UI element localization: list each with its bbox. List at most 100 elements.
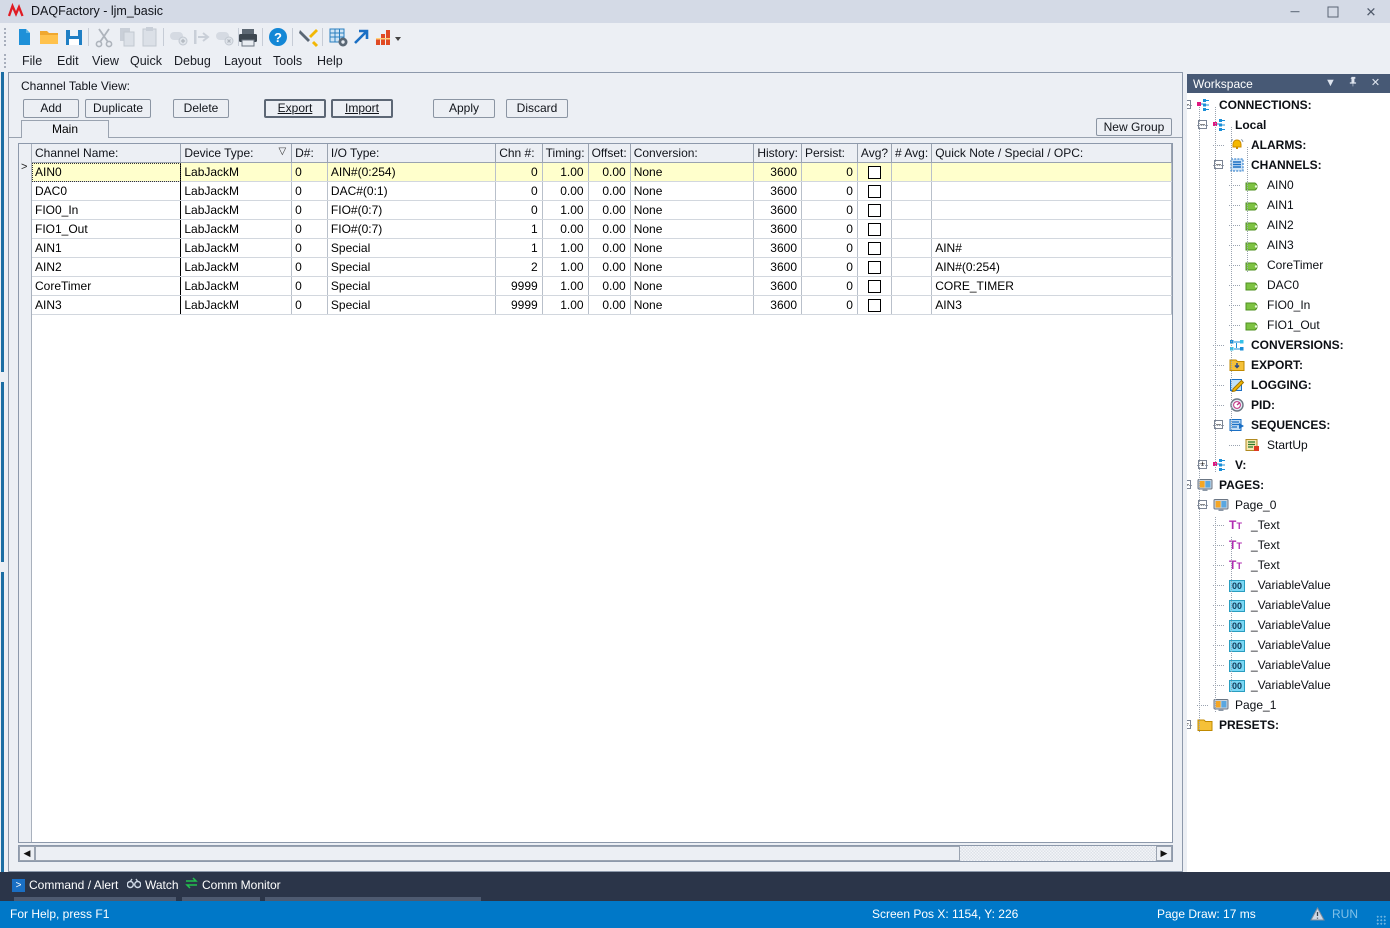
cell-chn_num[interactable]: 0	[496, 182, 542, 201]
cell-num_avg[interactable]	[892, 239, 932, 258]
open-folder-icon[interactable]	[37, 25, 61, 49]
avg-checkbox[interactable]	[868, 223, 881, 236]
tab-watch[interactable]: Watch	[127, 877, 179, 894]
cell-history[interactable]: 3600	[754, 296, 802, 315]
menu-item-help[interactable]: Help	[314, 54, 346, 69]
cell-conversion[interactable]: None	[630, 163, 754, 182]
cell-history[interactable]: 3600	[754, 258, 802, 277]
cell-persist[interactable]: 0	[802, 163, 858, 182]
avg-checkbox[interactable]	[868, 261, 881, 274]
cell-offset[interactable]: 0.00	[588, 220, 630, 239]
col-header-quick_note[interactable]: Quick Note / Special / OPC:	[932, 144, 1172, 163]
table-row[interactable]: AIN2LabJackM0Special21.000.00None36000AI…	[32, 258, 1172, 277]
cell-offset[interactable]: 0.00	[588, 258, 630, 277]
cell-io_type[interactable]: Special	[327, 239, 495, 258]
cell-d_num[interactable]: 0	[292, 220, 328, 239]
cell-timing[interactable]: 0.00	[542, 220, 588, 239]
menu-item-view[interactable]: View	[89, 54, 122, 69]
cell-quick_note[interactable]: AIN3	[932, 296, 1172, 315]
avg-checkbox[interactable]	[868, 299, 881, 312]
scroll-left-button[interactable]: ◀	[19, 846, 35, 861]
cell-quick_note[interactable]	[932, 220, 1172, 239]
cell-num_avg[interactable]	[892, 277, 932, 296]
apply-button[interactable]: Apply	[433, 99, 495, 118]
save-disk-icon[interactable]	[62, 25, 86, 49]
pin-icon[interactable]	[1346, 76, 1361, 91]
cell-chn_num[interactable]: 9999	[496, 296, 542, 315]
cell-persist[interactable]: 0	[802, 220, 858, 239]
table-row[interactable]: CoreTimerLabJackM0Special99991.000.00Non…	[32, 277, 1172, 296]
col-header-timing[interactable]: Timing:	[542, 144, 588, 163]
cell-timing[interactable]: 1.00	[542, 163, 588, 182]
close-button[interactable]: ✕	[1352, 0, 1390, 23]
cell-conversion[interactable]: None	[630, 220, 754, 239]
add-button[interactable]: Add	[23, 99, 79, 118]
cell-io_type[interactable]: Special	[327, 258, 495, 277]
cell-avg[interactable]	[857, 258, 891, 277]
cell-avg[interactable]	[857, 220, 891, 239]
cell-history[interactable]: 3600	[754, 239, 802, 258]
col-header-channel_name[interactable]: Channel Name:	[32, 144, 181, 163]
cell-d_num[interactable]: 0	[292, 239, 328, 258]
resize-grip[interactable]	[1376, 915, 1386, 925]
horizontal-scrollbar[interactable]: ◀ ▶	[18, 845, 1173, 862]
cell-num_avg[interactable]	[892, 201, 932, 220]
cell-chn_num[interactable]: 1	[496, 220, 542, 239]
print-icon[interactable]	[236, 25, 260, 49]
col-header-persist[interactable]: Persist:	[802, 144, 858, 163]
copy-icon[interactable]	[115, 25, 139, 49]
new-file-icon[interactable]	[12, 25, 36, 49]
cell-device_type[interactable]: LabJackM	[181, 220, 292, 239]
cell-conversion[interactable]: None	[630, 296, 754, 315]
cell-io_type[interactable]: DAC#(0:1)	[327, 182, 495, 201]
cell-persist[interactable]: 0	[802, 239, 858, 258]
add-channel-icon[interactable]	[167, 25, 191, 49]
tab-comm-monitor[interactable]: Comm Monitor	[185, 877, 281, 894]
cell-offset[interactable]: 0.00	[588, 277, 630, 296]
cell-timing[interactable]: 1.00	[542, 296, 588, 315]
new-group-button[interactable]: New Group	[1096, 118, 1172, 136]
cell-channel_name[interactable]: DAC0	[32, 182, 181, 201]
table-row[interactable]: FIO1_OutLabJackM0FIO#(0:7)10.000.00None3…	[32, 220, 1172, 239]
cell-persist[interactable]: 0	[802, 182, 858, 201]
cell-io_type[interactable]: Special	[327, 277, 495, 296]
cell-quick_note[interactable]	[932, 182, 1172, 201]
table-row[interactable]: DAC0LabJackM0DAC#(0:1)00.000.00None36000	[32, 182, 1172, 201]
col-header-conversion[interactable]: Conversion:	[630, 144, 754, 163]
cell-num_avg[interactable]	[892, 182, 932, 201]
tab-command-alert[interactable]: >Command / Alert	[12, 877, 118, 894]
cell-num_avg[interactable]	[892, 258, 932, 277]
cell-device_type[interactable]: LabJackM	[181, 277, 292, 296]
menu-item-layout[interactable]: Layout	[221, 54, 265, 69]
col-header-d_num[interactable]: D#:	[292, 144, 328, 163]
paste-icon[interactable]	[138, 25, 162, 49]
tools-icon[interactable]	[296, 25, 320, 49]
cell-timing[interactable]: 1.00	[542, 239, 588, 258]
avg-checkbox[interactable]	[868, 204, 881, 217]
cell-device_type[interactable]: LabJackM	[181, 201, 292, 220]
cell-conversion[interactable]: None	[630, 182, 754, 201]
channel-grid[interactable]: Channel Name:Device Type:▽D#:I/O Type:Ch…	[18, 143, 1173, 843]
insert-icon[interactable]	[190, 25, 214, 49]
cell-device_type[interactable]: LabJackM	[181, 258, 292, 277]
minimize-button[interactable]	[1276, 0, 1314, 23]
scrollbar-thumb[interactable]	[35, 846, 960, 861]
col-header-offset[interactable]: Offset:	[588, 144, 630, 163]
import-button[interactable]: Import	[331, 99, 393, 118]
dropdown-caret-icon[interactable]: ▼	[1323, 76, 1338, 91]
avg-checkbox[interactable]	[868, 280, 881, 293]
table-row[interactable]: FIO0_InLabJackM0FIO#(0:7)01.000.00None36…	[32, 201, 1172, 220]
export-button[interactable]: Export	[264, 99, 326, 118]
cell-channel_name[interactable]: AIN0	[32, 163, 181, 182]
cell-d_num[interactable]: 0	[292, 277, 328, 296]
col-header-history[interactable]: History:	[754, 144, 802, 163]
cell-d_num[interactable]: 0	[292, 163, 328, 182]
cell-channel_name[interactable]: AIN3	[32, 296, 181, 315]
cell-chn_num[interactable]: 9999	[496, 277, 542, 296]
maximize-button[interactable]	[1314, 0, 1352, 23]
cell-chn_num[interactable]: 2	[496, 258, 542, 277]
cell-io_type[interactable]: AIN#(0:254)	[327, 163, 495, 182]
cell-channel_name[interactable]: AIN2	[32, 258, 181, 277]
cell-avg[interactable]	[857, 239, 891, 258]
cell-offset[interactable]: 0.00	[588, 201, 630, 220]
